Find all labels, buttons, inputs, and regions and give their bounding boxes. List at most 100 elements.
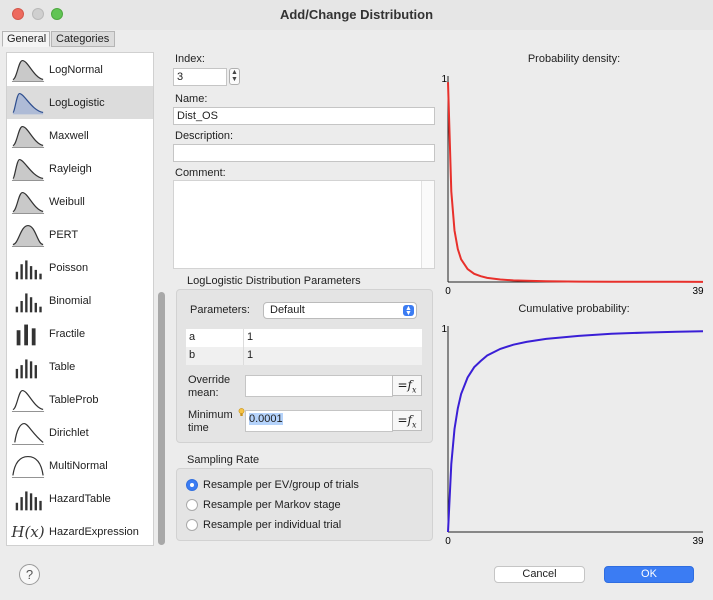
radio-label: Resample per Markov stage [203,499,341,511]
list-item-label: LogNormal [49,63,103,76]
radio-resample-markov[interactable]: Resample per Markov stage [186,499,341,511]
param-name: b [186,347,244,365]
radio-resample-ev[interactable]: Resample per EV/group of trials [186,479,359,491]
list-item[interactable]: PERT [7,218,153,251]
minimum-time-field[interactable]: 0.0001 [245,410,393,432]
list-item-label: Dirichlet [49,426,89,439]
list-item[interactable]: Weibull [7,185,153,218]
multinormal-curve-icon [10,452,46,480]
radio-label: Resample per individual trial [203,519,342,531]
list-item[interactable]: Fractile [7,317,153,350]
table-bars-icon [10,353,46,381]
list-item-label: LogLogistic [49,96,105,109]
tableprob-curve-icon [10,386,46,414]
binomial-bars-icon [10,287,46,315]
radio-button[interactable] [186,499,198,511]
list-item-label: HazardTable [49,492,111,505]
parameters-select[interactable]: Default ▲ ▼ [263,302,417,319]
rayleigh-curve-icon [10,155,46,183]
distribution-list[interactable]: LogNormal LogLogistic Maxwell Rayleigh Weibu… [6,52,154,546]
list-item[interactable]: MultiNormal [7,449,153,482]
maxwell-curve-icon [10,122,46,150]
list-item[interactable]: Poisson [7,251,153,284]
list-item[interactable]: Dirichlet [7,416,153,449]
description-label: Description: [175,130,234,142]
radio-resample-trial[interactable]: Resample per individual trial [186,519,341,531]
table-row[interactable]: a 1 [186,329,422,347]
sampling-title: Sampling Rate [187,454,260,466]
list-item-label: HazardExpression [49,525,139,538]
list-item-label: MultiNormal [49,459,108,472]
weibull-curve-icon [10,188,46,216]
list-item[interactable]: Binomial [7,284,153,317]
parameters-table: a 1 b 1 [186,329,422,365]
name-field[interactable]: Dist_OS [173,107,435,125]
index-field[interactable]: 3 [173,68,227,86]
tab-general[interactable]: General [2,31,50,47]
dirichlet-curve-icon [10,419,46,447]
help-button[interactable]: ? [19,564,40,585]
override-mean-label-1: Override [188,374,231,386]
list-item[interactable]: Maxwell [7,119,153,152]
x-tick-label: 0 [445,536,451,547]
list-item-label: Fractile [49,327,86,340]
list-item-label: Weibull [49,195,85,208]
hazard-expression-icon: H(x) [10,518,46,546]
ok-button[interactable]: OK [604,566,694,583]
fractile-bars-icon [10,320,46,348]
poisson-bars-icon [10,254,46,282]
params-group-title: LogLogistic Distribution Parameters [187,275,361,287]
list-item-label: PERT [49,228,79,241]
table-row[interactable]: b 1 [186,347,422,365]
comment-label: Comment: [175,167,226,179]
list-item-label: Rayleigh [49,162,92,175]
description-field[interactable] [173,144,435,162]
list-item-label: Maxwell [49,129,89,142]
param-value[interactable]: 1 [244,347,256,365]
param-value[interactable]: 1 [244,329,256,347]
x-tick-label: 39 [692,286,704,297]
radio-button[interactable] [186,519,198,531]
minimum-time-value: 0.0001 [249,413,283,425]
tab-categories[interactable]: Categories [51,31,115,47]
list-item[interactable]: H(x) HazardExpression [7,515,153,546]
param-name: a [186,329,244,347]
minimum-time-fx-button[interactable]: =fx [392,410,422,431]
list-item[interactable]: TableProb [7,383,153,416]
series-line [447,82,704,283]
density-chart-title: Probability density: [527,53,621,65]
density-chart: 1 0 39 [441,74,704,297]
y-tick-label: 1 [441,74,447,85]
name-label: Name: [175,93,208,105]
index-stepper[interactable]: ▲ ▼ [229,68,240,85]
list-item[interactable]: Rayleigh [7,152,153,185]
cumulative-chart-title: Cumulative probability: [518,303,630,315]
distribution-list-scroll-thumb[interactable] [158,292,165,545]
override-mean-label-2: mean: [188,387,219,399]
series-line [447,330,704,533]
list-item-label: Binomial [49,294,92,307]
override-mean-field[interactable] [245,375,393,397]
loglogistic-curve-icon [10,89,46,117]
index-label: Index: [175,53,205,65]
window-title: Add/Change Distribution [279,7,434,22]
parameters-select-value: Default [270,304,305,316]
list-item-label: Poisson [49,261,89,274]
x-tick-label: 0 [445,286,451,297]
list-item[interactable]: LogLogistic [7,86,153,119]
radio-button[interactable] [186,479,198,491]
override-mean-fx-button[interactable]: =fx [392,375,422,396]
radio-label: Resample per EV/group of trials [203,479,359,491]
title-bar: Add/Change Distribution [0,0,713,30]
comment-scrollbar[interactable] [421,181,434,268]
comment-field[interactable] [173,180,435,269]
x-tick-label: 39 [692,536,704,547]
list-item-label: TableProb [49,393,99,406]
cancel-button[interactable]: Cancel [494,566,585,583]
pert-curve-icon [10,221,46,249]
list-item[interactable]: LogNormal [7,53,153,86]
hazardtable-bars-icon [10,485,46,513]
list-item[interactable]: HazardTable [7,482,153,515]
list-item[interactable]: Table [7,350,153,383]
parameters-label: Parameters: [190,304,250,316]
